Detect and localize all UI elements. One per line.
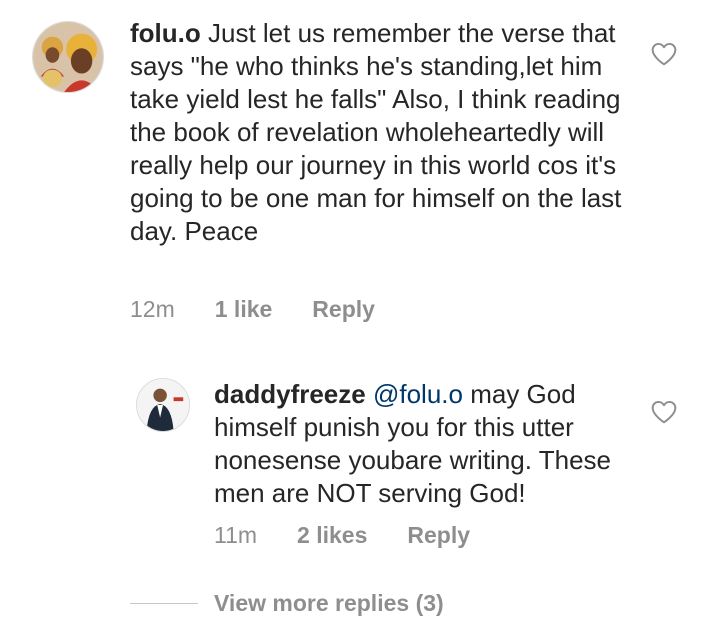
commenter-avatar[interactable] bbox=[32, 21, 104, 93]
comment-text: Just let us remember the verse that says… bbox=[130, 18, 622, 246]
reply-meta: 11m 2 likes Reply bbox=[214, 522, 470, 549]
reply-like-button[interactable] bbox=[651, 400, 677, 424]
view-more-replies-button[interactable]: View more replies (3) bbox=[214, 590, 444, 617]
avatar-image bbox=[33, 22, 103, 92]
comment-username[interactable]: folu.o bbox=[130, 18, 201, 48]
reply-reply-button[interactable]: Reply bbox=[407, 522, 470, 549]
reply-mention-link[interactable]: @folu.o bbox=[373, 379, 463, 409]
comment-likes-count[interactable]: 1 like bbox=[215, 296, 273, 323]
comment-body: folu.o Just let us remember the verse th… bbox=[130, 17, 630, 248]
replies-divider-line bbox=[130, 603, 198, 604]
reply-likes-count[interactable]: 2 likes bbox=[297, 522, 367, 549]
comment-reply-button[interactable]: Reply bbox=[312, 296, 375, 323]
heart-outline-icon bbox=[651, 400, 677, 424]
reply-avatar[interactable] bbox=[136, 378, 190, 432]
heart-outline-icon bbox=[651, 42, 677, 66]
reply-timestamp: 11m bbox=[214, 522, 258, 548]
avatar-image bbox=[137, 379, 189, 431]
comment-timestamp: 12m bbox=[130, 296, 175, 322]
comment-like-button[interactable] bbox=[651, 42, 677, 66]
reply-body: daddyfreeze @folu.o may God himself puni… bbox=[214, 378, 634, 510]
reply-username[interactable]: daddyfreeze bbox=[214, 379, 366, 409]
comment-meta: 12m 1 like Reply bbox=[130, 296, 375, 323]
